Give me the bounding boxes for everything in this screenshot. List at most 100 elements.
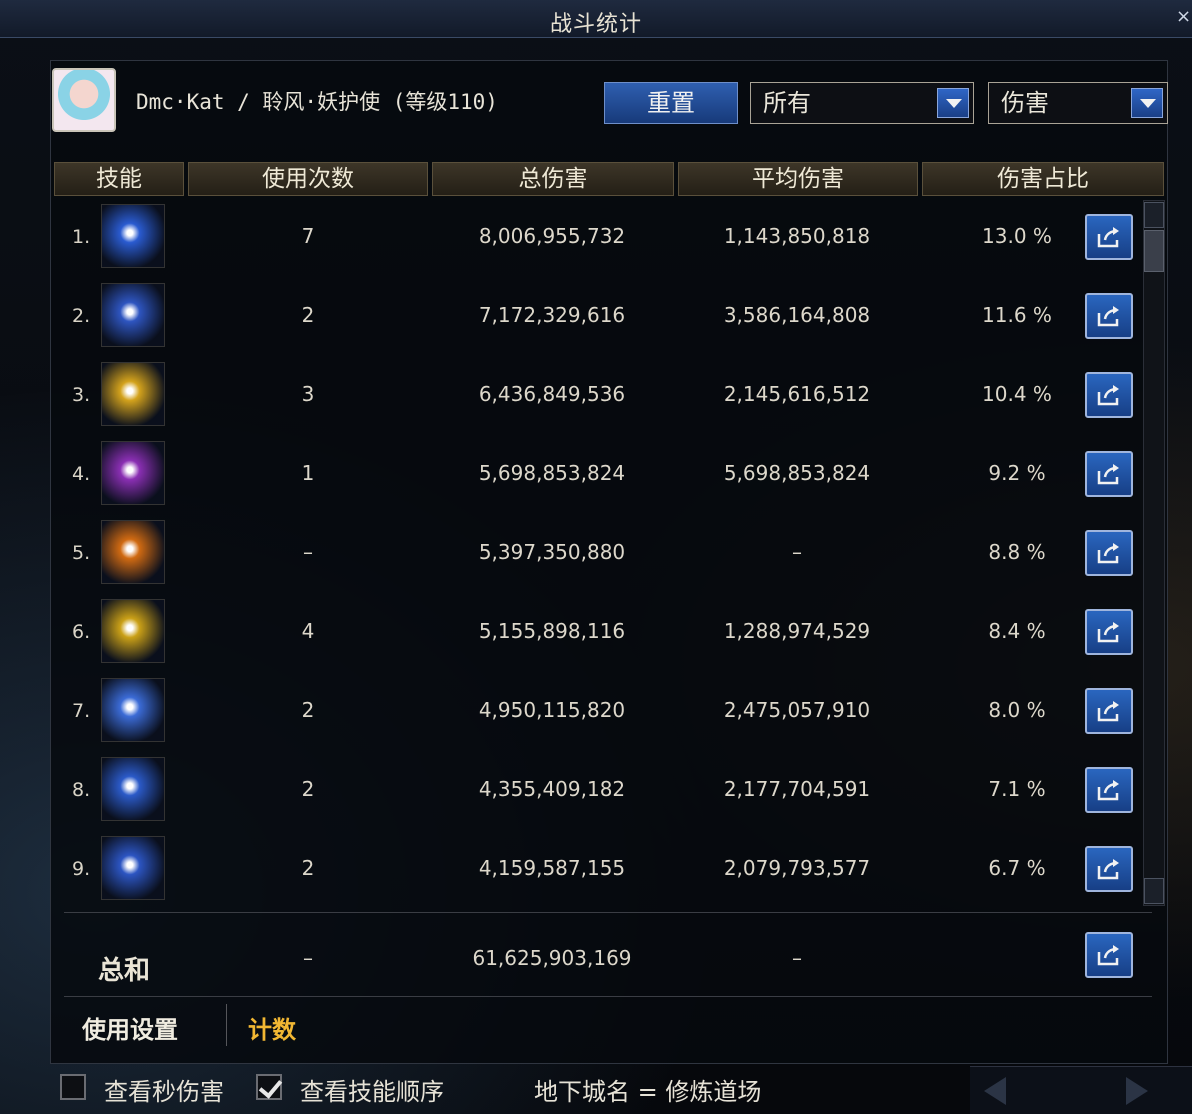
share-button[interactable] [1085, 214, 1133, 260]
share-icon [1097, 227, 1119, 248]
total-label: 总和 [98, 956, 151, 986]
character-name-class: Dmc·Kat / 聆风·妖护使 (等级110) [136, 90, 498, 114]
total-share-button[interactable] [1085, 932, 1133, 978]
damage-share: 8.4 % [988, 619, 1046, 643]
total-damage: 5,698,853,824 [478, 461, 626, 485]
filter-dropdown[interactable]: 所有 [750, 82, 974, 124]
row-rank: 3. [72, 384, 91, 406]
damage-share: 9.2 % [988, 461, 1046, 485]
row-rank: 8. [72, 779, 91, 801]
skill-order-label: 查看技能顺序 [300, 1078, 444, 1106]
title-bar[interactable]: 战斗统计 × [0, 0, 1192, 38]
total-count: – [303, 946, 313, 970]
table-row[interactable]: 1. 7 8,006,955,732 1,143,850,818 13.0 % [62, 200, 1142, 276]
metric-dropdown[interactable]: 伤害 [988, 82, 1168, 124]
share-button[interactable] [1085, 530, 1133, 576]
damage-share: 8.0 % [988, 698, 1046, 722]
close-icon[interactable]: × [1176, 6, 1191, 30]
scrollbar-thumb[interactable] [1144, 230, 1164, 272]
table-row[interactable]: 8. 2 4,355,409,182 2,177,704,591 7.1 % [62, 753, 1142, 829]
average-damage: 1,288,974,529 [723, 619, 871, 643]
table-row[interactable]: 9. 2 4,159,587,155 2,079,793,577 6.7 % [62, 832, 1142, 908]
use-count: 3 [301, 382, 315, 406]
use-count: – [303, 540, 313, 564]
column-header-total[interactable]: 总伤害 [432, 162, 674, 196]
total-damage: 5,397,350,880 [478, 540, 626, 564]
skill-icon-blue-spikes[interactable] [101, 283, 165, 347]
share-button[interactable] [1085, 609, 1133, 655]
row-rank: 6. [72, 621, 91, 643]
skill-icon-gold-slash[interactable] [101, 362, 165, 426]
dungeon-name: 地下城名 = 修炼道场 [534, 1078, 762, 1106]
damage-share: 7.1 % [988, 777, 1046, 801]
dps-checkbox[interactable] [60, 1074, 86, 1100]
tab-separator [226, 1004, 227, 1046]
skill-icon-blue-burst[interactable] [101, 204, 165, 268]
total-damage: 61,625,903,169 [472, 946, 632, 970]
share-icon [1097, 543, 1119, 564]
skill-icon-blue-wave[interactable] [101, 836, 165, 900]
use-count: 7 [301, 224, 315, 248]
total-damage: 4,159,587,155 [478, 856, 626, 880]
skill-order-checkbox[interactable] [256, 1074, 282, 1100]
skill-icon-fire-beast[interactable] [101, 520, 165, 584]
share-icon [1097, 945, 1119, 966]
row-rank: 1. [72, 226, 91, 248]
share-icon [1097, 306, 1119, 327]
skill-icon-purple-figure[interactable] [101, 441, 165, 505]
share-button[interactable] [1085, 767, 1133, 813]
share-button[interactable] [1085, 293, 1133, 339]
row-rank: 7. [72, 700, 91, 722]
average-damage: 2,475,057,910 [723, 698, 871, 722]
scroll-up-icon[interactable] [1144, 202, 1164, 228]
scroll-down-icon[interactable] [1144, 878, 1164, 904]
skill-icon-gold-claw[interactable] [101, 599, 165, 663]
average-damage: 2,079,793,577 [723, 856, 871, 880]
share-icon [1097, 701, 1119, 722]
column-header-average[interactable]: 平均伤害 [678, 162, 918, 196]
average-damage: 2,177,704,591 [723, 777, 871, 801]
filter-dropdown-value: 所有 [763, 89, 811, 117]
skill-icon-blue-vortex[interactable] [101, 757, 165, 821]
share-icon [1097, 622, 1119, 643]
share-button[interactable] [1085, 372, 1133, 418]
skill-icon-blue-bird[interactable] [101, 678, 165, 742]
damage-share: 10.4 % [982, 382, 1052, 406]
table-row[interactable]: 2. 2 7,172,329,616 3,586,164,808 11.6 % [62, 279, 1142, 355]
arrow-left-icon[interactable] [984, 1077, 1006, 1105]
damage-share: 6.7 % [988, 856, 1046, 880]
arrow-right-icon[interactable] [1126, 1077, 1148, 1105]
share-button[interactable] [1085, 688, 1133, 734]
total-average: – [792, 946, 802, 970]
column-header-skill[interactable]: 技能 [54, 162, 184, 196]
share-icon [1097, 464, 1119, 485]
page-navigation [970, 1066, 1192, 1114]
dps-label: 查看秒伤害 [104, 1078, 224, 1106]
use-count: 4 [301, 619, 315, 643]
use-count: 2 [301, 698, 315, 722]
scrollbar[interactable] [1143, 200, 1165, 906]
tab-count[interactable]: 计数 [248, 1010, 296, 1045]
chevron-down-icon[interactable] [937, 88, 969, 118]
share-button[interactable] [1085, 451, 1133, 497]
share-icon [1097, 780, 1119, 801]
table-row[interactable]: 5. – 5,397,350,880 – 8.8 % [62, 516, 1142, 592]
row-rank: 4. [72, 463, 91, 485]
table-row[interactable]: 6. 4 5,155,898,116 1,288,974,529 8.4 % [62, 595, 1142, 671]
average-damage: 3,586,164,808 [723, 303, 871, 327]
total-damage: 5,155,898,116 [478, 619, 626, 643]
share-button[interactable] [1085, 846, 1133, 892]
damage-share: 13.0 % [982, 224, 1052, 248]
total-damage: 4,950,115,820 [478, 698, 626, 722]
table-row[interactable]: 3. 3 6,436,849,536 2,145,616,512 10.4 % [62, 358, 1142, 434]
table-row[interactable]: 7. 2 4,950,115,820 2,475,057,910 8.0 % [62, 674, 1142, 750]
column-header-count[interactable]: 使用次数 [188, 162, 428, 196]
chevron-down-icon[interactable] [1131, 88, 1163, 118]
character-avatar [52, 68, 116, 132]
average-damage: 5,698,853,824 [723, 461, 871, 485]
reset-button[interactable]: 重置 [604, 82, 738, 124]
column-header-share[interactable]: 伤害占比 [922, 162, 1164, 196]
share-icon [1097, 385, 1119, 406]
table-row[interactable]: 4. 1 5,698,853,824 5,698,853,824 9.2 % [62, 437, 1142, 513]
tab-settings[interactable]: 使用设置 [82, 1010, 178, 1045]
